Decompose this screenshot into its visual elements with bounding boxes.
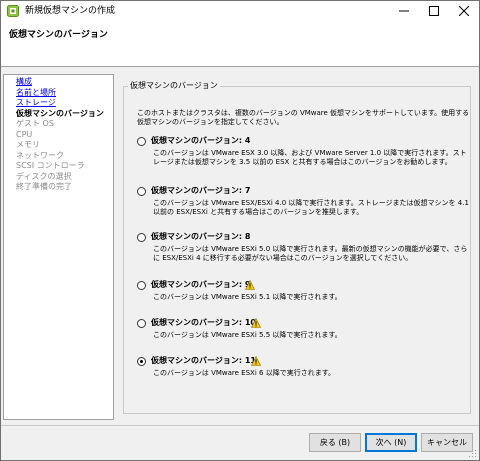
footer-divider [1, 425, 479, 426]
groupbox-label: 仮想マシンのバージョン [128, 80, 220, 91]
radio-version-9[interactable] [137, 281, 146, 290]
option-description: このバージョンは VMware ESXi 5.1 以降で実行されます。 [153, 293, 342, 301]
sidebar-item-configuration[interactable]: 構成 [4, 77, 113, 88]
option-label[interactable]: 仮想マシンのバージョン: 4 [151, 135, 250, 147]
sidebar-item-network: ネットワーク [16, 150, 64, 160]
wizard-steps-sidebar: 構成 名前と場所 ストレージ 仮想マシンのバージョン ゲスト OS CPU メモ… [3, 74, 114, 420]
sidebar-item-scsi-controller: SCSI コントローラ [16, 161, 85, 170]
option-label[interactable]: 仮想マシンのバージョン: 11 [151, 355, 256, 367]
option-label[interactable]: 仮想マシンのバージョン: 7 [151, 185, 250, 197]
wizard-window: 新規仮想マシンの作成 仮想マシンのバージョン 構成 名前と場所 ストレージ 仮想… [0, 0, 480, 461]
sidebar-item-cpu: CPU [16, 129, 33, 139]
radio-version-7[interactable] [137, 187, 146, 196]
sidebar-item-guest-os: ゲスト OS [16, 119, 54, 128]
radio-version-11[interactable] [137, 357, 146, 366]
window-title: 新規仮想マシンの作成 [25, 6, 116, 16]
close-icon [459, 6, 469, 16]
maximize-icon [429, 6, 439, 16]
main-content: このホストまたはクラスタは、複数のバージョンの VMware 仮想マシンをサポー… [118, 74, 475, 420]
option-label[interactable]: 仮想マシンのバージョン: 8 [151, 231, 250, 243]
radio-version-8[interactable] [137, 233, 146, 242]
intro-text: このホストまたはクラスタは、複数のバージョンの VMware 仮想マシンをサポー… [137, 109, 470, 126]
close-button[interactable] [449, 1, 479, 21]
wizard-header: 仮想マシンのバージョン [1, 21, 479, 67]
sidebar-item-name-location[interactable]: 名前と場所 [4, 88, 113, 99]
warning-icon [251, 318, 261, 328]
radio-version-10[interactable] [137, 319, 146, 328]
option-label[interactable]: 仮想マシンのバージョン: 9 [151, 279, 250, 291]
resize-grip-icon[interactable] [469, 450, 477, 458]
page-title: 仮想マシンのバージョン [9, 30, 108, 40]
radio-version-4[interactable] [137, 137, 146, 146]
sidebar-item-vm-version: 仮想マシンのバージョン [16, 108, 104, 118]
maximize-button[interactable] [419, 1, 449, 21]
option-description: このバージョンは VMware ESXi 5.0 以降で実行されます。最新の仮想… [153, 245, 468, 262]
vsphere-app-icon [7, 5, 19, 17]
warning-icon [245, 280, 255, 290]
option-description: このバージョンは VMware ESXi 5.5 以降で実行されます。 [153, 331, 342, 339]
option-label[interactable]: 仮想マシンのバージョン: 10 [151, 317, 256, 329]
option-description: このバージョンは VMware ESX/ESXi 4.0 以降で実行されます。ス… [153, 199, 469, 216]
cancel-button[interactable]: キャンセル [421, 433, 473, 452]
next-button[interactable]: 次へ (N) [365, 433, 417, 452]
sidebar-item-ready-to-complete: 終了準備の完了 [16, 182, 72, 191]
sidebar-item-select-disk: ディスクの選択 [16, 171, 72, 181]
title-bar: 新規仮想マシンの作成 [1, 1, 479, 21]
back-button[interactable]: 戻る (B) [309, 433, 361, 452]
option-description: このバージョンは VMware ESXi 6 以降で実行されます。 [153, 369, 335, 377]
minimize-icon [399, 10, 409, 12]
sidebar-item-storage[interactable]: ストレージ [4, 98, 113, 109]
sidebar-item-memory: メモリ [16, 140, 40, 149]
vm-version-groupbox: このホストまたはクラスタは、複数のバージョンの VMware 仮想マシンをサポー… [123, 86, 471, 414]
minimize-button[interactable] [389, 1, 419, 21]
option-description: このバージョンは VMware ESX 3.0 以降、および VMware Se… [153, 149, 467, 166]
warning-icon [251, 356, 261, 366]
